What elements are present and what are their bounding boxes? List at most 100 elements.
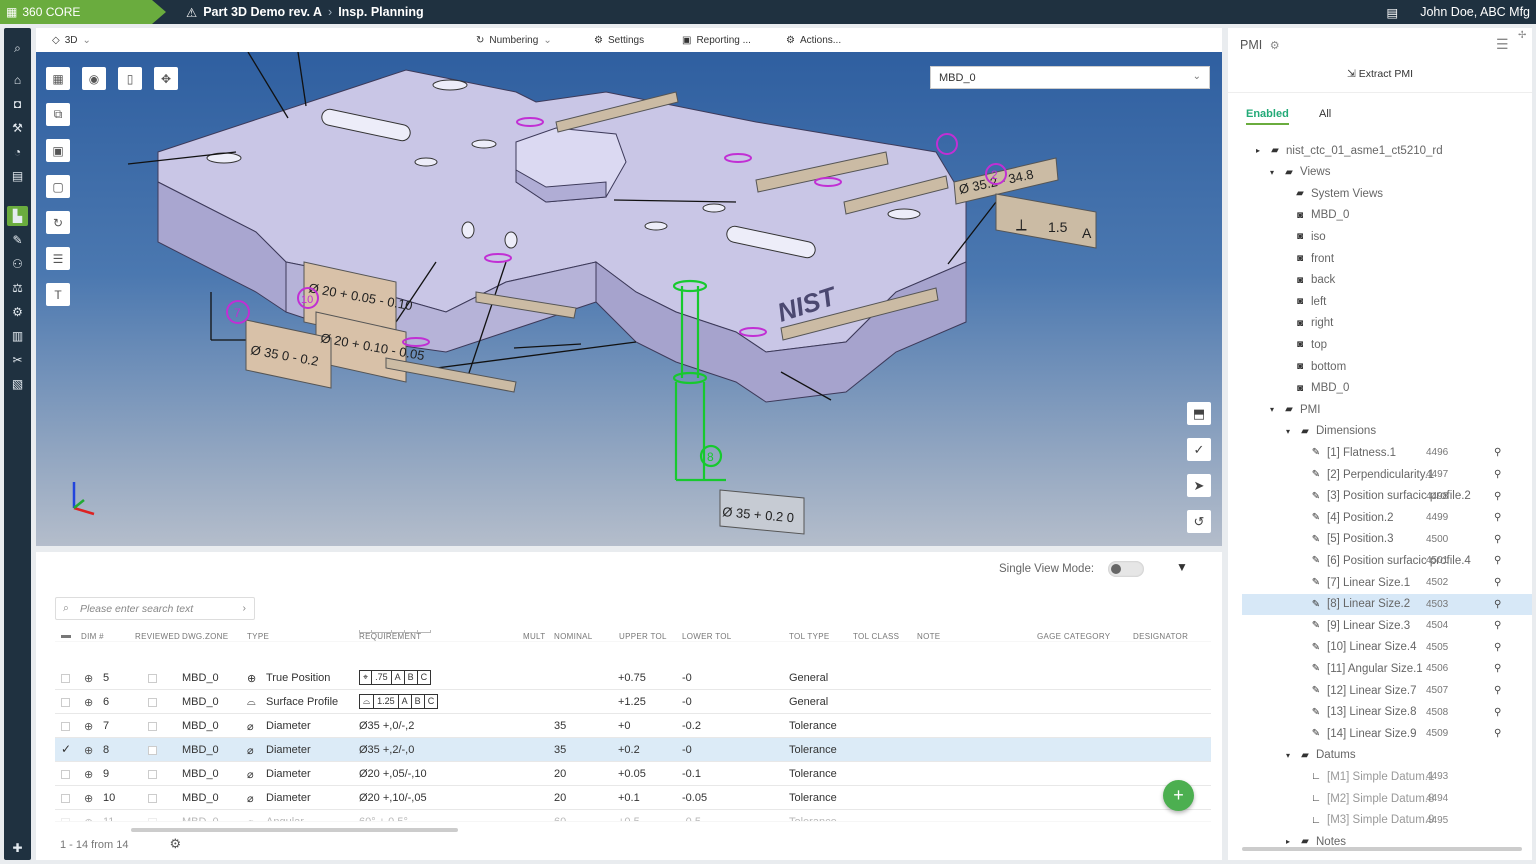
table-row[interactable]: ⊕4MBD_0⊕True Position⌖.75ABC+0.75-0Gener…: [55, 630, 1211, 642]
check-icon[interactable]: ✓: [61, 742, 71, 756]
link-icon[interactable]: ⚲: [1494, 534, 1501, 545]
group-icon[interactable]: ⚇: [7, 254, 28, 274]
gauge-icon[interactable]: ◔: [7, 142, 28, 162]
page-icon[interactable]: ▯: [118, 67, 142, 90]
link-icon[interactable]: ⚲: [1494, 447, 1501, 458]
reviewed-checkbox[interactable]: [148, 746, 157, 755]
document-icon[interactable]: ▤: [7, 166, 28, 186]
network-icon[interactable]: ⚙: [7, 302, 28, 322]
single-view-toggle[interactable]: [1108, 561, 1145, 577]
rotate-tool[interactable]: ↻: [46, 211, 70, 234]
lock-icon[interactable]: ⊕: [84, 672, 93, 685]
table-row[interactable]: ⊕ 10 MBD_0 ⌀ Diameter Ø20 +,10/-,05 20 +0.1 -0.0…: [55, 786, 1211, 810]
link-icon[interactable]: ⚲: [1494, 620, 1501, 631]
table-row[interactable]: ⊕ 5 MBD_0 ⊕ True Position ⌖ .75 A B C +0.75 -0 Gener…: [55, 666, 1211, 690]
lock-icon[interactable]: ⊕: [84, 630, 93, 631]
measure-icon[interactable]: ⚖: [7, 278, 28, 298]
table-row[interactable]: ⊕ 11 MBD_0 ⌀ Angular 60° +,0.5° 60 +0.5 -0.5 Tole…: [55, 810, 1211, 822]
tree-dimension-item[interactable]: ✎ [13] Linear Size.8 4508 ⚲: [1228, 702, 1528, 723]
link-icon[interactable]: ⚲: [1494, 599, 1501, 610]
chevron-icon[interactable]: ▾: [1282, 427, 1294, 436]
tab-enabled[interactable]: Enabled: [1246, 108, 1289, 125]
row-checkbox[interactable]: [61, 698, 70, 707]
reviewed-checkbox[interactable]: [148, 698, 157, 707]
link-icon[interactable]: ⚲: [1494, 491, 1501, 502]
row-checkbox[interactable]: [61, 770, 70, 779]
reviewed-checkbox[interactable]: [148, 674, 157, 683]
table-row[interactable]: ⊕ 6 MBD_0 ⌓ Surface Profile ⌓ 1.25 A B C +1.25 -0 Ge…: [55, 690, 1211, 714]
reviewed-checkbox[interactable]: [148, 794, 157, 803]
tree-view-item[interactable]: ◙ top: [1228, 334, 1528, 355]
3d-canvas[interactable]: ⟂ 1.5 A Ø 35.2 - 34.8 Ø 20 + 0.05 - 0.10…: [36, 52, 1222, 546]
view-dropdown[interactable]: MBD_0 ⌄: [930, 66, 1210, 89]
tool-icon[interactable]: ✂: [7, 350, 28, 370]
row-checkbox[interactable]: [61, 794, 70, 803]
tree-view-item[interactable]: ◙ back: [1228, 270, 1528, 291]
table-row[interactable]: ⊕ 7 MBD_0 ⌀ Diameter Ø35 +,0/-,2 35 +0 -0.2 Toler…: [55, 714, 1211, 738]
layers-tool[interactable]: ▦: [46, 67, 70, 90]
camera-icon[interactable]: ◘: [7, 94, 28, 114]
copy-tool[interactable]: ⧉: [46, 103, 70, 126]
lock-icon[interactable]: ⊕: [84, 768, 93, 781]
settings-icon[interactable]: ⚙: [1270, 40, 1280, 52]
link-icon[interactable]: ⚲: [1494, 642, 1501, 653]
section-title[interactable]: Insp. Planning: [338, 5, 423, 19]
extract-pmi-button[interactable]: ⇲ Extract PMI: [1228, 68, 1532, 90]
tree-datum-item[interactable]: ∟ [M1] Simple Datum.1 4493: [1228, 766, 1528, 787]
save-tool[interactable]: ▣: [46, 139, 70, 162]
tree-dimension-item[interactable]: ✎ [5] Position.3 4500 ⚲: [1228, 529, 1528, 550]
reviewed-checkbox[interactable]: [148, 818, 157, 821]
fit-view-tool[interactable]: ⬒: [1187, 402, 1211, 425]
tree-view-item[interactable]: ◙ left: [1228, 291, 1528, 312]
mode-dropdown[interactable]: ◇ 3D ⌄: [52, 28, 91, 52]
lock-icon[interactable]: ⊕: [84, 792, 93, 805]
chevron-icon[interactable]: ▾: [1282, 751, 1294, 760]
tree-dimension-item[interactable]: ✎ [2] Perpendicularity.1 4497 ⚲: [1228, 464, 1528, 485]
link-icon[interactable]: ⚲: [1494, 577, 1501, 588]
tree-dimension-item[interactable]: ✎ [7] Linear Size.1 4502 ⚲: [1228, 572, 1528, 593]
settings-menu[interactable]: ⚙ Settings: [594, 28, 644, 52]
brand-logo[interactable]: ▦ 360 CORE: [0, 0, 166, 24]
user-name[interactable]: John Doe, ABC Mfg: [1420, 5, 1530, 19]
pin-icon[interactable]: ✢: [1518, 30, 1526, 41]
tree-view-item[interactable]: ▰ System Views: [1228, 183, 1528, 204]
tree-dimensions[interactable]: ▾ ▰ Dimensions: [1228, 421, 1528, 442]
link-icon[interactable]: ⚲: [1494, 728, 1501, 739]
check-tool[interactable]: ✓: [1187, 438, 1211, 461]
planning-icon[interactable]: ▙: [7, 206, 28, 226]
row-checkbox[interactable]: [61, 674, 70, 683]
tree-dimension-item[interactable]: ✎ [9] Linear Size.3 4504 ⚲: [1228, 615, 1528, 636]
frame-tool[interactable]: ▢: [46, 175, 70, 198]
tree-datum-item[interactable]: ∟ [M2] Simple Datum.8 4494: [1228, 788, 1528, 809]
home-icon[interactable]: ⌂: [7, 70, 28, 90]
calculator-icon[interactable]: ▤: [1386, 5, 1398, 20]
numbering-menu[interactable]: ↻ Numbering ⌄: [476, 28, 552, 52]
tree-view-item[interactable]: ◙ MBD_0: [1228, 378, 1528, 399]
gear-icon[interactable]: ⚙: [170, 836, 182, 851]
chevron-icon[interactable]: ▸: [1282, 837, 1294, 846]
row-checkbox[interactable]: [61, 722, 70, 731]
lock-icon[interactable]: ⊕: [84, 696, 93, 709]
reset-tool[interactable]: ↺: [1187, 510, 1211, 533]
lock-icon[interactable]: ⊕: [84, 816, 93, 821]
row-checkbox[interactable]: [61, 818, 70, 821]
list-tool[interactable]: ☰: [46, 247, 70, 270]
reviewed-checkbox[interactable]: [148, 722, 157, 731]
tree-view-item[interactable]: ◙ front: [1228, 248, 1528, 269]
reporting-menu[interactable]: ▣ Reporting ...: [682, 28, 751, 52]
send-tool[interactable]: ➤: [1187, 474, 1211, 497]
text-tool[interactable]: T: [46, 283, 70, 306]
tree-views[interactable]: ▾ ▰ Views: [1228, 162, 1528, 183]
link-icon[interactable]: ⚲: [1494, 663, 1501, 674]
edit-icon[interactable]: ✎: [7, 230, 28, 250]
tree-datums[interactable]: ▾ ▰ Datums: [1228, 745, 1528, 766]
horizontal-scrollbar[interactable]: [1242, 847, 1522, 851]
report-icon[interactable]: ▧: [7, 374, 28, 394]
chevron-icon[interactable]: ▸: [1252, 146, 1264, 155]
tree-dimension-item[interactable]: ✎ [1] Flatness.1 4496 ⚲: [1228, 442, 1528, 463]
filter-icon[interactable]: ▼: [1176, 560, 1188, 574]
tree-view-item[interactable]: ◙ MBD_0: [1228, 205, 1528, 226]
reviewed-checkbox[interactable]: [148, 770, 157, 779]
tree-dimension-item[interactable]: ✎ [12] Linear Size.7 4507 ⚲: [1228, 680, 1528, 701]
tree-dimension-item[interactable]: ✎ [8] Linear Size.2 4503 ⚲: [1242, 593, 1532, 615]
